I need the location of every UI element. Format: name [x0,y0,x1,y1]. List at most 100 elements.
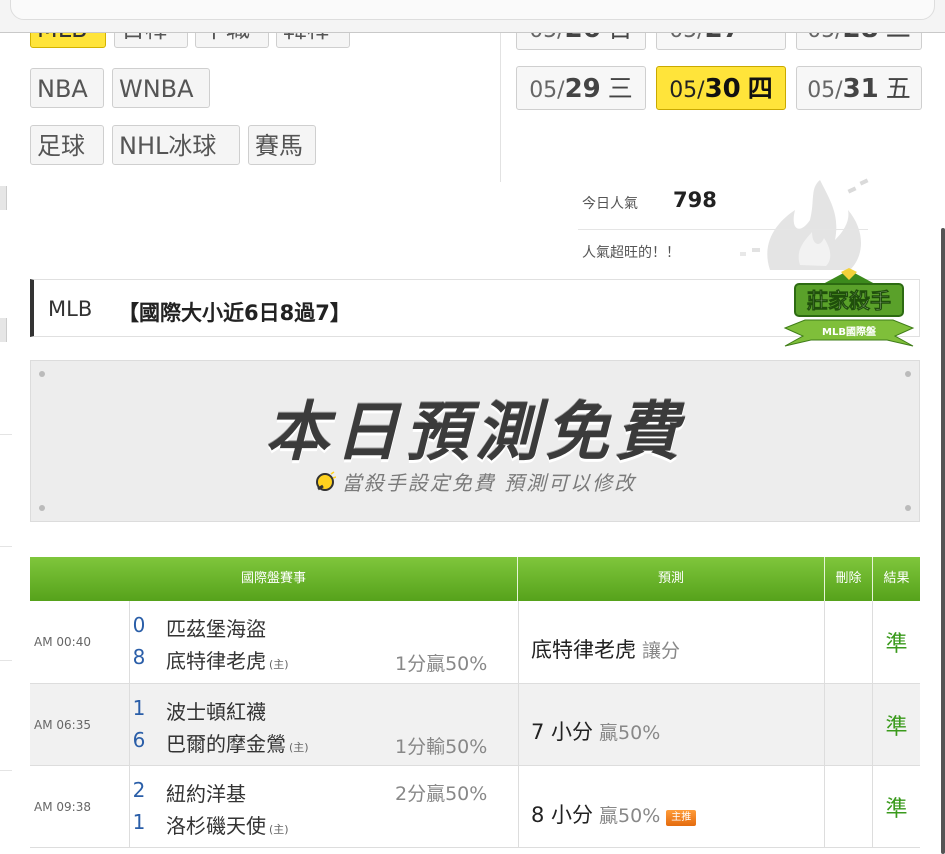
game-time-cell: AM 00:40 [30,601,130,683]
result-cell: 準 [873,601,920,683]
sport-tag-nhl[interactable]: NHL冰球 [112,125,240,165]
game-time-cell: AM 09:38 [30,766,130,847]
banner-subtitle: 當殺手設定免費 預測可以修改 [341,471,637,495]
date-day: 30 [704,74,741,104]
spread-result: 1分輸50% [395,736,488,758]
spread-result: 1分贏50% [395,653,488,675]
date-day: 31 [842,74,879,104]
delete-cell[interactable] [825,601,873,683]
prediction-type: 讓分 [642,640,681,662]
popularity-flame-decoration-icon [740,178,869,270]
table-row: AM 09:38 2 紐約洋基 2分贏50% 1 洛杉磯天使 (主) 8 小分 贏5… [30,766,920,848]
main-pick-badge: 主推 [666,810,697,826]
banner-title: 本日預測免費 [265,395,685,470]
banner-screw [39,505,45,511]
popularity-label: 今日人氣 [582,196,638,212]
title-league: MLB [48,297,93,321]
home-team-line: 底特律老虎 (主) [166,645,289,674]
home-mark: (主) [269,823,289,836]
prediction-pick: 8 小分 [531,803,594,827]
left-edge-line [0,770,12,771]
prediction-line: 7 小分 贏50% [531,716,660,746]
date-weekday: 三 [607,74,633,103]
left-edge-tab [0,318,7,342]
killer-badge-icon: 莊家殺手 MLB國際盤 [783,268,915,347]
prediction-line: 8 小分 贏50% 主推 [531,799,697,829]
title-record: 【國際大小近6日8過7】 [118,301,351,325]
sport-tag-nba[interactable]: NBA [30,68,104,108]
game-time-cell: AM 06:35 [30,684,130,765]
top-overlay-pill [10,0,935,20]
result-cell: 準 [873,684,920,765]
date-button-0531[interactable]: 05/31 五 [796,66,922,110]
header-event: 國際盤賽事 [30,557,518,601]
away-score: 2 [132,778,146,802]
lightbulb-icon [315,471,336,491]
section-divider [500,32,501,182]
prediction-table-header: 國際盤賽事 預測 刪除 結果 [30,557,920,601]
home-mark: (主) [289,741,309,754]
game-time: AM 09:38 [34,799,91,814]
banner-screw [905,505,911,511]
prediction-cell: 8 小分 贏50% 主推 [518,766,825,847]
prediction-pick: 底特律老虎 [531,638,636,662]
badge-subtitle: MLB國際盤 [822,325,877,338]
sport-tag-soccer[interactable]: 足球 [30,125,104,165]
home-mark: (主) [269,658,289,671]
date-button-0529[interactable]: 05/29 三 [516,66,646,110]
delete-cell[interactable] [825,766,873,847]
banner-subtitle-line: 當殺手設定免費 預測可以修改 [31,467,919,496]
away-score: 1 [132,696,146,720]
scrollbar[interactable] [941,228,945,854]
date-weekday: 四 [747,74,773,103]
header-prediction: 預測 [518,557,825,601]
away-team: 紐約洋基 [166,782,246,806]
spread-result: 2分贏50% [395,783,488,805]
banner-screw [39,371,45,377]
date-month: 05/ [669,78,705,103]
table-row: AM 06:35 1 波士頓紅襪 6 巴爾的摩金鶯 (主) 1分輸50% 7 小分… [30,684,920,766]
left-edge-line [0,546,12,547]
home-score: 6 [132,728,146,752]
home-team: 底特律老虎 [166,649,266,673]
table-row: AM 00:40 0 匹茲堡海盜 8 底特律老虎 (主) 1分贏50% 底特律老虎… [30,601,920,684]
left-edge-tab [0,186,7,210]
home-team-line: 洛杉磯天使 (主) [166,810,289,839]
prediction-cell: 7 小分 贏50% [518,684,825,765]
home-team: 洛杉磯天使 [166,814,266,838]
free-prediction-banner: 本日預測免費 當殺手設定免費 預測可以修改 [30,360,920,522]
date-day: 29 [564,74,601,104]
header-result: 結果 [883,571,910,586]
date-month: 05/ [807,78,843,103]
prediction-pick: 7 小分 [531,720,594,744]
sport-tag-wnba[interactable]: WNBA [112,68,210,108]
result-value: 準 [885,796,908,822]
prediction-cell: 底特律老虎 讓分 [518,601,825,683]
prediction-line: 底特律老虎 讓分 [531,634,680,664]
delete-cell[interactable] [825,684,873,765]
away-team: 匹茲堡海盜 [166,617,266,641]
top-overlay-bar [0,0,945,33]
game-time: AM 06:35 [34,717,91,732]
date-weekday: 五 [885,74,911,103]
home-score: 8 [132,645,146,669]
game-time: AM 00:40 [34,635,91,649]
home-team: 巴爾的摩金鶯 [166,732,286,756]
banner-screw [905,371,911,377]
left-edge-line [0,434,12,435]
prediction-type: 贏50% [599,722,661,744]
home-score: 1 [132,810,146,834]
away-score: 0 [132,613,146,637]
date-month: 05/ [529,78,565,103]
badge-title: 莊家殺手 [807,289,891,313]
date-button-0530[interactable]: 05/30 四 [656,66,786,110]
left-edge-line [0,660,12,661]
result-cell: 準 [873,766,920,847]
result-value: 準 [885,714,908,740]
prediction-type: 贏50% [599,805,661,827]
popularity-status: 人氣超旺的！！ [582,245,680,261]
sport-tag-horse-racing[interactable]: 賽馬 [248,125,316,165]
popularity-separator [578,229,868,230]
away-team: 波士頓紅襪 [166,700,266,724]
home-team-line: 巴爾的摩金鶯 (主) [166,728,309,757]
